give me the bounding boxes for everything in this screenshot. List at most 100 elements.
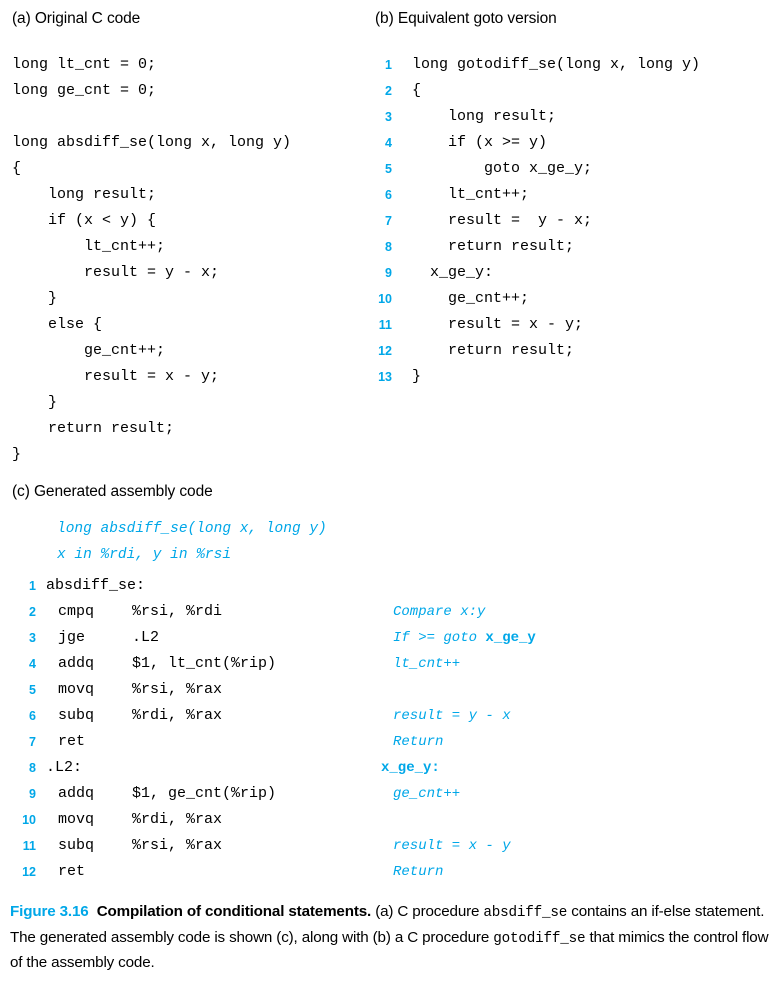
panel-a-code-block: long lt_cnt = 0; long ge_cnt = 0; long abs… (12, 52, 291, 468)
panel-a-code-line: long result; (12, 186, 157, 203)
caption-code-absdiff-se: absdiff_se (483, 905, 568, 921)
assembly-comment: result = y - x (393, 708, 511, 724)
assembly-row: 9 addq $1, ge_cnt(%rip) ge_cnt++ (0, 781, 779, 807)
panel-b-code-line: return result; (412, 238, 575, 255)
assembly-row: 5 movq %rsi, %rax (0, 677, 779, 703)
assembly-mnemonic: cmpq (58, 603, 95, 620)
panel-b-code-line: result = x - y; (412, 316, 584, 333)
panel-b-line-number: 1 (385, 58, 392, 72)
assembly-comment: Return (393, 864, 444, 880)
panel-b-heading: (b) Equivalent goto version (375, 10, 557, 27)
panel-b-line-number: 12 (378, 344, 392, 358)
panel-b-code-line: goto x_ge_y; (412, 160, 593, 177)
assembly-row: 10 movq %rdi, %rax (0, 807, 779, 833)
panel-b-line-number: 7 (385, 214, 392, 228)
assembly-line-number: 12 (22, 865, 36, 879)
assembly-comment-label: x_ge_y (485, 630, 536, 646)
panel-a-code-line: long ge_cnt = 0; (12, 82, 157, 99)
panel-b-line-number: 11 (378, 318, 392, 332)
assembly-label: .L2: (46, 759, 83, 776)
panel-b-line-number: 10 (378, 292, 392, 306)
assembly-label: absdiff_se: (46, 577, 146, 594)
panel-a-code-line: return result; (12, 420, 175, 437)
panel-b-code-line: result = y - x; (412, 212, 593, 229)
assembly-line-number: 11 (22, 839, 36, 853)
panel-b-line-numbers: 1 2 3 4 5 6 7 8 9 10 11 12 13 (360, 52, 392, 390)
asm-signature: long absdiff_se(long x, long y) (57, 521, 327, 537)
assembly-operands: $1, ge_cnt(%rip) (132, 785, 277, 802)
panel-a-code-line: } (12, 290, 58, 307)
panel-b-line-number: 8 (385, 240, 392, 254)
assembly-line-number: 1 (29, 579, 36, 593)
panel-a-code-line: } (12, 394, 58, 411)
assembly-line-number: 4 (29, 657, 36, 671)
panel-a-code-line: result = x - y; (12, 368, 220, 385)
assembly-comment: result = x - y (393, 838, 511, 854)
assembly-row: 12 ret Return (0, 859, 779, 885)
assembly-line-number: 7 (29, 735, 36, 749)
assembly-mnemonic: movq (58, 681, 95, 698)
panel-b-code-line: } (412, 368, 422, 385)
assembly-mnemonic: addq (58, 785, 95, 802)
panel-b-code-line: if (x >= y) (412, 134, 548, 151)
figure-number: Figure 3.16 (10, 903, 89, 920)
panel-a-code-line: long lt_cnt = 0; (12, 56, 157, 73)
assembly-comment: Compare x:y (393, 604, 486, 620)
panel-c-heading: (c) Generated assembly code (12, 483, 213, 500)
assembly-line-number: 2 (29, 605, 36, 619)
panel-b-line-number: 3 (385, 110, 392, 124)
panel-b-line-number: 5 (385, 162, 392, 176)
assembly-line-number: 3 (29, 631, 36, 645)
panel-a-code-line: ge_cnt++; (12, 342, 166, 359)
assembly-row: 7 ret Return (0, 729, 779, 755)
assembly-listing: 1 absdiff_se: 2 cmpq %rsi, %rdi Compare x:y 3 j… (0, 573, 779, 893)
assembly-mnemonic: subq (58, 707, 95, 724)
panel-b-code-line: x_ge_y: (412, 264, 494, 281)
panel-b-code-line: ge_cnt++; (412, 290, 530, 307)
panel-b-code-block: long gotodiff_se(long x, long y) { long r… (412, 52, 700, 390)
assembly-mnemonic: ret (58, 733, 86, 750)
assembly-mnemonic: movq (58, 811, 95, 828)
panel-a-code-line: { (12, 160, 22, 177)
assembly-comment: x_ge_y: (381, 760, 440, 776)
panel-b-line-number: 13 (378, 370, 392, 384)
panel-b-code-line: lt_cnt++; (412, 186, 530, 203)
asm-register-note: x in %rdi, y in %rsi (57, 547, 232, 563)
panel-a-code-line: } (12, 446, 22, 463)
assembly-line-number: 10 (22, 813, 36, 827)
assembly-mnemonic: ret (58, 863, 86, 880)
assembly-operands: %rdi, %rax (132, 811, 223, 828)
panel-b-line-number: 4 (385, 136, 392, 150)
assembly-mnemonic: jge (58, 629, 86, 646)
panel-a-code-line (12, 104, 291, 130)
caption-text-1: (a) C procedure (371, 903, 484, 920)
panel-b-line-number: 6 (385, 188, 392, 202)
assembly-comment: ge_cnt++ (393, 786, 461, 802)
assembly-row: 8 .L2: x_ge_y: (0, 755, 779, 781)
panel-b-line-number: 9 (385, 266, 392, 280)
assembly-comment: lt_cnt++ (393, 656, 461, 672)
assembly-comment: Return (393, 734, 444, 750)
figure-title: Compilation of conditional statements. (96, 903, 372, 920)
assembly-line-number: 8 (29, 761, 36, 775)
assembly-row: 3 jge .L2 If >= goto x_ge_y (0, 625, 779, 651)
assembly-operands: .L2 (132, 629, 160, 646)
figure-caption: Figure 3.16 Compilation of conditional s… (10, 900, 772, 975)
panel-b-code-line: long gotodiff_se(long x, long y) (412, 56, 701, 73)
assembly-operands: %rsi, %rdi (132, 603, 223, 620)
assembly-line-number: 6 (29, 709, 36, 723)
assembly-operands: $1, lt_cnt(%rip) (132, 655, 277, 672)
panel-a-code-line: long absdiff_se(long x, long y) (12, 134, 292, 151)
panel-b-code-line: return result; (412, 342, 575, 359)
panel-a-code-line: else { (12, 316, 103, 333)
assembly-row: 1 absdiff_se: (0, 573, 779, 599)
panel-a-heading: (a) Original C code (12, 10, 141, 27)
assembly-row: 2 cmpq %rsi, %rdi Compare x:y (0, 599, 779, 625)
assembly-operands: %rdi, %rax (132, 707, 223, 724)
assembly-mnemonic: addq (58, 655, 95, 672)
assembly-row: 11 subq %rsi, %rax result = x - y (0, 833, 779, 859)
panel-a-code-line: if (x < y) { (12, 212, 157, 229)
panel-b-code-line: { (412, 82, 422, 99)
assembly-comment: If >= goto x_ge_y (393, 630, 536, 646)
assembly-line-number: 5 (29, 683, 36, 697)
